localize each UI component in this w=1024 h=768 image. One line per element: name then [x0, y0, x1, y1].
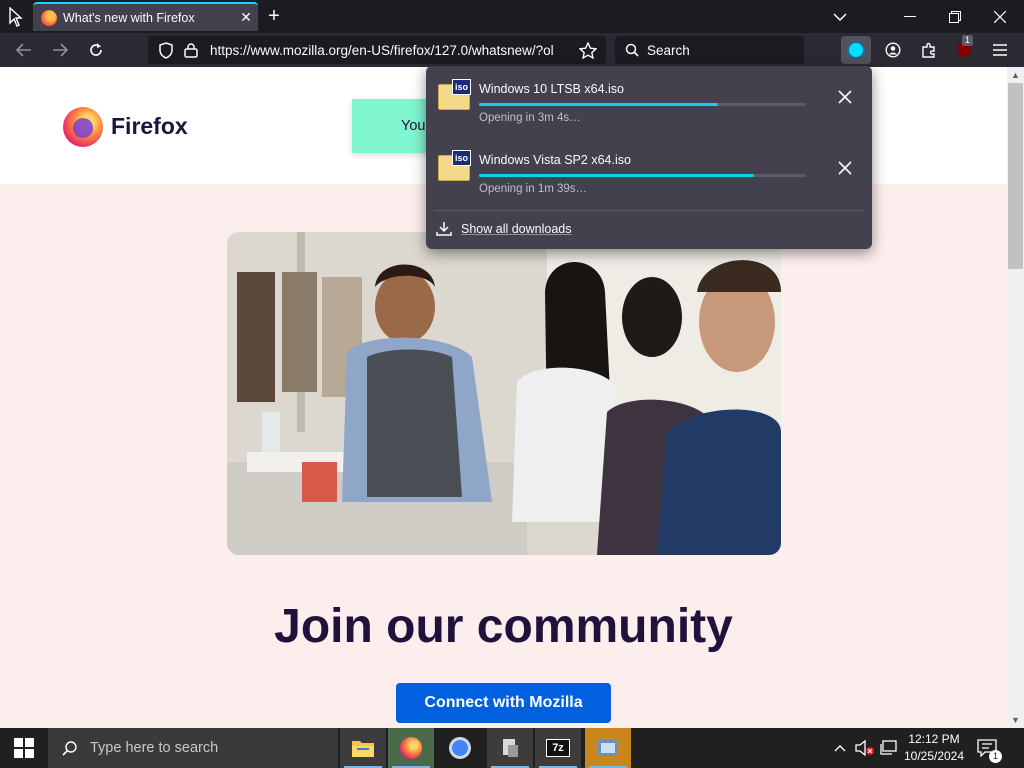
windows-taskbar: Type here to search 7z 12:12 PM 10/25/20…: [0, 728, 1024, 768]
search-placeholder: Search: [647, 42, 690, 58]
clock-time: 12:12 PM: [908, 732, 960, 746]
lock-icon[interactable]: [184, 42, 198, 58]
extension-badge: 1: [962, 35, 974, 46]
extensions-button[interactable]: [916, 38, 942, 62]
reload-icon: [90, 43, 102, 56]
network-icon: [880, 740, 897, 755]
close-window-button[interactable]: [978, 0, 1022, 33]
notification-center-button[interactable]: 1: [972, 728, 1002, 768]
download-file-name: Windows 10 LTSB x64.iso: [479, 82, 624, 96]
network-button[interactable]: [877, 728, 901, 768]
download-status: Opening in 1m 39s…: [479, 183, 588, 195]
disk-utility-icon: [503, 739, 518, 757]
iso-file-icon: iso: [438, 79, 471, 110]
app-menu-button[interactable]: [987, 38, 1013, 62]
tracking-protection-shield-icon[interactable]: [158, 41, 174, 59]
back-arrow-icon: [16, 43, 31, 57]
forward-arrow-icon: [53, 43, 68, 57]
taskbar-file-explorer[interactable]: [340, 728, 386, 768]
firefox-wordmark[interactable]: Firefox: [111, 113, 188, 140]
taskbar-firefox[interactable]: [388, 728, 434, 768]
tab-title: What's new with Firefox: [63, 10, 195, 25]
download-icon: [436, 222, 452, 236]
tab-whats-new[interactable]: What's new with Firefox ✕: [33, 2, 258, 31]
tab-bar: What's new with Firefox ✕ +: [0, 0, 1024, 33]
volume-muted-icon: [855, 740, 874, 756]
firefox-icon: [400, 737, 422, 759]
download-item[interactable]: iso Windows Vista SP2 x64.iso Opening in…: [436, 143, 862, 207]
page-scrollbar[interactable]: ▲ ▼: [1007, 67, 1024, 728]
scroll-up-arrow-icon[interactable]: ▲: [1007, 67, 1024, 83]
taskbar-search-box[interactable]: Type here to search: [48, 728, 338, 768]
cancel-download-button[interactable]: [834, 88, 856, 110]
bookmark-star-icon[interactable]: [579, 41, 597, 59]
download-progress-bar: [479, 174, 806, 177]
reload-button[interactable]: [83, 38, 109, 62]
volume-button[interactable]: [853, 728, 877, 768]
download-status: Opening in 3m 4s…: [479, 112, 581, 124]
banner-text: You: [401, 118, 426, 134]
download-progress-bar: [479, 103, 806, 106]
taskbar-7zip[interactable]: 7z: [535, 728, 581, 768]
windows-logo-icon: [14, 738, 34, 758]
close-icon: [838, 90, 852, 104]
search-icon: [62, 741, 77, 756]
cursor-icon: [0, 0, 32, 33]
firefox-favicon-icon: [41, 9, 57, 26]
chevron-up-icon: [834, 745, 846, 752]
folder-icon: [352, 741, 374, 757]
forward-button[interactable]: [47, 38, 73, 62]
minimize-button[interactable]: [888, 0, 932, 33]
download-progress-fill: [479, 174, 754, 177]
taskbar-app-disk[interactable]: [487, 728, 533, 768]
taskbar-chrome[interactable]: [437, 728, 483, 768]
account-button[interactable]: [880, 38, 906, 62]
page-headline: Join our community: [274, 600, 733, 653]
download-progress-fill: [479, 103, 718, 106]
url-bar[interactable]: https://www.mozilla.org/en-US/firefox/12…: [148, 36, 606, 64]
clock-date: 10/25/2024: [903, 749, 965, 763]
hamburger-menu-icon: [993, 44, 1007, 56]
7zip-icon: 7z: [546, 739, 570, 757]
close-icon: [838, 161, 852, 175]
navigation-bar: https://www.mozilla.org/en-US/firefox/12…: [0, 33, 1024, 67]
search-bar[interactable]: Search: [615, 36, 804, 64]
notification-count-badge: 1: [989, 750, 1002, 763]
community-photo: [227, 232, 781, 555]
scroll-down-arrow-icon[interactable]: ▼: [1007, 712, 1024, 728]
iso-file-icon: iso: [438, 150, 471, 181]
firefox-logo-icon[interactable]: [63, 107, 103, 147]
download-progress-icon: [847, 41, 865, 59]
tab-close-icon[interactable]: ✕: [234, 9, 258, 26]
download-file-name: Windows Vista SP2 x64.iso: [479, 153, 631, 167]
download-item[interactable]: iso Windows 10 LTSB x64.iso Opening in 3…: [436, 72, 862, 136]
puzzle-piece-icon: [922, 42, 935, 58]
taskbar-app-installer[interactable]: [585, 728, 631, 768]
restore-button[interactable]: [933, 0, 977, 33]
taskbar-clock[interactable]: 12:12 PM 10/25/2024: [902, 731, 966, 765]
account-icon: [885, 42, 901, 58]
chevron-down-icon: [833, 12, 847, 21]
chrome-icon: [449, 737, 471, 759]
downloads-panel: iso Windows 10 LTSB x64.iso Opening in 3…: [426, 66, 872, 249]
installer-icon: [598, 740, 618, 756]
cancel-download-button[interactable]: [834, 159, 856, 181]
new-tab-button[interactable]: +: [262, 6, 286, 28]
divider: [434, 210, 864, 211]
taskbar-search-placeholder: Type here to search: [90, 740, 219, 756]
downloads-button[interactable]: [841, 36, 871, 64]
back-button[interactable]: [11, 38, 37, 62]
connect-with-mozilla-button[interactable]: Connect with Mozilla: [396, 683, 611, 723]
list-all-tabs-button[interactable]: [818, 0, 862, 33]
start-button[interactable]: [0, 728, 48, 768]
show-hidden-icons-button[interactable]: [829, 728, 851, 768]
url-text[interactable]: https://www.mozilla.org/en-US/firefox/12…: [210, 43, 570, 58]
search-icon: [625, 43, 639, 57]
show-all-downloads-button[interactable]: Show all downloads: [436, 216, 572, 242]
scrollbar-thumb[interactable]: [1008, 83, 1023, 269]
show-all-downloads-label: Show all downloads: [461, 222, 572, 236]
